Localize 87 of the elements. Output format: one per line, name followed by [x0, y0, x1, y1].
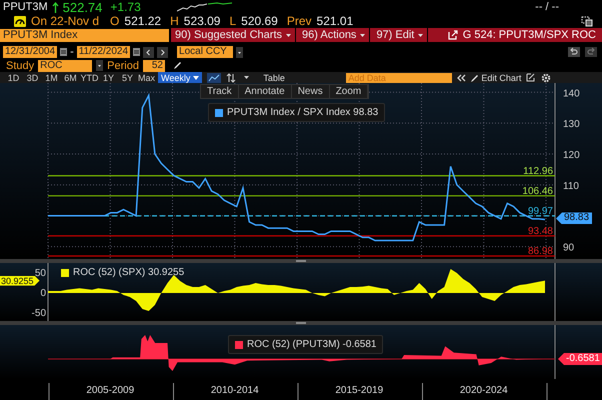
undo-icon[interactable]: [568, 47, 580, 57]
legend-swatch-icon: [215, 108, 223, 116]
last-value-tag: 30.9255: [0, 276, 40, 286]
caret-icon: [360, 34, 366, 36]
level-label: 93.48: [528, 226, 553, 237]
legend-swatch-icon: [61, 268, 69, 276]
period-button[interactable]: 1M: [42, 72, 61, 83]
period-button[interactable]: 1D: [4, 72, 23, 83]
last-price: 522.74: [62, 0, 102, 14]
table-button[interactable]: Table: [263, 72, 324, 82]
chart-tool-button[interactable]: Annotate: [238, 85, 292, 98]
axis-label: 2005-2009: [86, 385, 134, 396]
field-value: 520.69: [241, 14, 278, 28]
edit-icon[interactable]: [526, 73, 536, 82]
axis-label: 140: [563, 88, 580, 100]
caret-icon: [193, 76, 200, 80]
settings-icon[interactable]: [541, 72, 552, 82]
axis-label: 130: [563, 119, 580, 130]
axis-label: 0: [40, 288, 46, 299]
line-chart-icon[interactable]: [207, 72, 222, 82]
field-value: 523.09: [184, 14, 220, 28]
ticker: PPUT3M: [3, 1, 48, 13]
axis-label: 2020-2024: [460, 385, 508, 396]
caret-icon: [418, 34, 424, 36]
next-button[interactable]: [157, 46, 168, 58]
popout-icon[interactable]: [448, 30, 458, 40]
axis-label: 120: [563, 150, 580, 162]
last-value-tag: -0.6581: [558, 353, 602, 365]
calendar-icon[interactable]: [133, 48, 140, 56]
field-label: Prev: [286, 14, 312, 28]
quote-date: On 22-Nov d: [31, 14, 100, 28]
dropdown-caret-icon[interactable]: [96, 60, 104, 71]
study-label: Study: [6, 60, 34, 72]
gauge-icon: [14, 16, 26, 26]
period-button[interactable]: 6M: [61, 72, 80, 83]
redo-icon[interactable]: [585, 47, 597, 57]
caret-icon[interactable]: [244, 76, 250, 79]
field-label: O: [110, 14, 120, 28]
calendar-icon[interactable]: [60, 48, 68, 56]
period-button[interactable]: YTD: [80, 72, 99, 83]
chart-tool-button[interactable]: Track: [201, 85, 239, 98]
period-button[interactable]: Max: [137, 72, 156, 83]
period-button[interactable]: 5Y: [118, 72, 137, 83]
period-label: Period: [107, 60, 139, 72]
security-field[interactable]: PPUT3M Index: [0, 28, 169, 42]
field-label: L: [229, 14, 236, 28]
last-value-tag: 98.83: [556, 212, 592, 224]
field-value: 521.01: [316, 14, 354, 28]
double-chevron-icon[interactable]: [457, 74, 466, 82]
bid-ask: -- / --: [535, 1, 559, 13]
sparkline-drawing: [176, 2, 233, 12]
legend-swatch-icon: [235, 340, 243, 348]
period-field[interactable]: 52: [142, 60, 165, 72]
level-label: 106.46: [522, 186, 553, 197]
sort-arrows-icon[interactable]: [226, 72, 236, 82]
chart-tool-button[interactable]: Zoom: [330, 85, 368, 98]
axis-label: -50: [32, 308, 46, 319]
frequency-dropdown[interactable]: Weekly: [158, 72, 202, 83]
legend-label: ROC (52) (PPUT3M) -0.6581: [247, 339, 376, 350]
axis-label: 110: [563, 180, 579, 192]
study-field[interactable]: ROC: [38, 60, 92, 72]
end-date-field[interactable]: 11/22/2024: [76, 46, 130, 58]
level-label: 86.98: [528, 246, 553, 257]
period-button[interactable]: 3D: [23, 72, 42, 83]
caret-icon: [286, 34, 292, 36]
axis-label: 90: [563, 242, 574, 254]
field-value: 521.22: [124, 14, 162, 28]
legend-label: ROC (52) (SPX) 30.9255: [73, 267, 184, 278]
up-arrow-icon: [52, 2, 59, 12]
start-date-field[interactable]: 12/31/2004: [3, 46, 58, 58]
previous-button[interactable]: [143, 46, 154, 58]
price-change: +1.73: [110, 0, 141, 14]
level-label: 112.96: [523, 166, 553, 177]
currency-dropdown[interactable]: Local CCY: [177, 46, 233, 58]
edit-chart-button[interactable]: Edit Chart: [471, 72, 522, 82]
popout-icon[interactable]: [581, 16, 593, 26]
date-separator: -: [70, 46, 74, 58]
axis-label: 2015-2019: [335, 385, 384, 396]
chart-tool-button[interactable]: News: [292, 85, 330, 98]
field-label: H: [170, 14, 179, 28]
period-button[interactable]: 1Y: [99, 72, 118, 83]
axis-label: 2010-2014: [210, 385, 259, 396]
dropdown-caret-icon[interactable]: [236, 46, 243, 58]
level-label: 99.97: [528, 206, 553, 217]
pencil-icon[interactable]: [172, 61, 182, 70]
chart-title: G 524: PPUT3M/SPX ROC: [462, 29, 596, 41]
legend-label: PPUT3M Index / SPX Index 98.83: [227, 107, 378, 118]
